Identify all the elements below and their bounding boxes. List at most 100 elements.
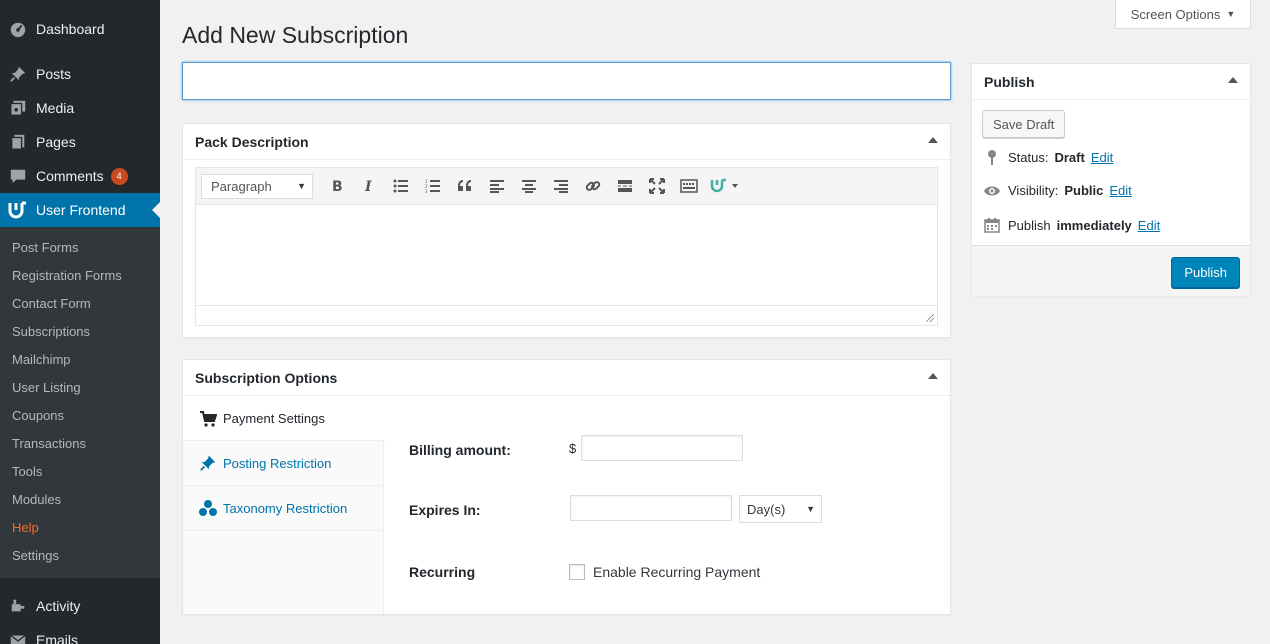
blockquote-icon[interactable] bbox=[449, 172, 481, 200]
submenu-subscriptions[interactable]: Subscriptions bbox=[0, 318, 160, 346]
submenu-help[interactable]: Help bbox=[0, 514, 160, 542]
align-center-icon[interactable] bbox=[513, 172, 545, 200]
toolbar-toggle-icon[interactable] bbox=[673, 172, 705, 200]
edit-publish-date-link[interactable]: Edit bbox=[1138, 218, 1160, 233]
menu-pages[interactable]: Pages bbox=[0, 125, 160, 159]
collapse-arrow-icon[interactable] bbox=[1228, 77, 1238, 83]
collapse-arrow-icon[interactable] bbox=[928, 373, 938, 379]
menu-label: User Frontend bbox=[36, 202, 126, 218]
caret-down-icon: ▼ bbox=[297, 181, 306, 191]
tab-label: Payment Settings bbox=[223, 411, 325, 426]
tab-posting-restriction[interactable]: Posting Restriction bbox=[183, 441, 383, 486]
wpuf-logo-icon bbox=[0, 201, 36, 219]
fullscreen-icon[interactable] bbox=[641, 172, 673, 200]
comment-icon bbox=[0, 167, 36, 185]
screen-options-button[interactable]: Screen Options ▼ bbox=[1115, 0, 1251, 29]
calendar-icon bbox=[982, 217, 1002, 233]
recurring-payment-option[interactable]: Enable Recurring Payment bbox=[569, 564, 760, 580]
recurring-payment-checkbox[interactable] bbox=[569, 564, 585, 580]
menu-label: Pages bbox=[36, 134, 76, 150]
align-right-icon[interactable] bbox=[545, 172, 577, 200]
collapse-arrow-icon[interactable] bbox=[928, 137, 938, 143]
publish-box: Publish Save Draft Status: Draft Edit Vi… bbox=[971, 63, 1251, 296]
options-tab-list: Payment Settings Posting Restriction Tax… bbox=[183, 397, 385, 614]
bold-icon[interactable]: B bbox=[321, 172, 353, 200]
status-value: Draft bbox=[1054, 149, 1085, 165]
user-frontend-submenu: Post Forms Registration Forms Contact Fo… bbox=[0, 227, 160, 578]
pack-description-header[interactable]: Pack Description bbox=[183, 124, 950, 160]
publish-date-label: Publish bbox=[1008, 217, 1051, 233]
billing-amount-label: Billing amount: bbox=[409, 442, 511, 458]
svg-text:B: B bbox=[332, 179, 343, 193]
expires-unit-value: Day(s) bbox=[747, 501, 786, 517]
numbered-list-icon[interactable]: 123 bbox=[417, 172, 449, 200]
pack-description-box: Pack Description Paragraph ▼ B I 123 bbox=[182, 123, 951, 338]
visibility-value: Public bbox=[1064, 183, 1104, 198]
menu-emails[interactable]: Emails bbox=[0, 623, 160, 644]
pin-location-icon bbox=[982, 149, 1002, 165]
comment-count-badge: 4 bbox=[110, 167, 128, 185]
eye-icon bbox=[982, 185, 1002, 197]
bullet-list-icon[interactable] bbox=[385, 172, 417, 200]
status-label: Status: bbox=[1008, 149, 1049, 165]
box-title: Publish bbox=[984, 73, 1035, 90]
tab-taxonomy-restriction[interactable]: Taxonomy Restriction bbox=[183, 486, 383, 531]
expires-in-label: Expires In: bbox=[409, 502, 481, 518]
submenu-post-forms[interactable]: Post Forms bbox=[0, 234, 160, 262]
wpuf-shortcode-icon[interactable] bbox=[705, 172, 745, 200]
submenu-transactions[interactable]: Transactions bbox=[0, 430, 160, 458]
menu-label: Dashboard bbox=[36, 21, 105, 37]
menu-posts[interactable]: Posts bbox=[0, 57, 160, 91]
italic-icon[interactable]: I bbox=[353, 172, 385, 200]
groups-icon bbox=[199, 499, 217, 517]
editor-content-area[interactable] bbox=[196, 205, 937, 305]
visibility-label: Visibility: bbox=[1008, 183, 1059, 198]
edit-visibility-link[interactable]: Edit bbox=[1109, 183, 1131, 198]
publish-button[interactable]: Publish bbox=[1171, 257, 1240, 288]
menu-label: Media bbox=[36, 100, 75, 116]
media-icon bbox=[0, 99, 36, 117]
pages-icon bbox=[0, 133, 36, 151]
link-icon[interactable] bbox=[577, 172, 609, 200]
expires-in-input[interactable] bbox=[570, 495, 732, 521]
pin-icon bbox=[0, 65, 36, 83]
save-draft-button[interactable]: Save Draft bbox=[982, 110, 1066, 138]
menu-user-frontend[interactable]: User Frontend bbox=[0, 193, 160, 227]
admin-sidebar: Dashboard Posts Media Pages Comments 4 U… bbox=[0, 0, 160, 644]
submenu-tools[interactable]: Tools bbox=[0, 458, 160, 486]
editor-statusbar bbox=[196, 305, 937, 325]
align-left-icon[interactable] bbox=[481, 172, 513, 200]
activity-icon bbox=[0, 597, 36, 615]
submenu-modules[interactable]: Modules bbox=[0, 486, 160, 514]
tab-label: Taxonomy Restriction bbox=[223, 500, 348, 516]
publish-date-row: Publish immediately Edit bbox=[982, 217, 1160, 233]
cart-icon bbox=[199, 410, 217, 427]
publish-header[interactable]: Publish bbox=[972, 64, 1250, 100]
billing-amount-input[interactable] bbox=[581, 435, 743, 461]
menu-label: Emails bbox=[36, 632, 79, 644]
menu-activity[interactable]: Activity bbox=[0, 589, 160, 623]
menu-label: Posts bbox=[36, 66, 72, 82]
publish-date-value: immediately bbox=[1056, 217, 1132, 233]
subscription-options-box: Subscription Options Payment Settings Po… bbox=[182, 359, 951, 615]
submenu-contact-form[interactable]: Contact Form bbox=[0, 290, 160, 318]
menu-media[interactable]: Media bbox=[0, 91, 160, 125]
edit-status-link[interactable]: Edit bbox=[1091, 150, 1113, 165]
menu-comments[interactable]: Comments 4 bbox=[0, 159, 160, 193]
submenu-coupons[interactable]: Coupons bbox=[0, 402, 160, 430]
menu-label: Activity bbox=[36, 598, 81, 614]
resize-handle-icon[interactable] bbox=[926, 314, 934, 322]
submenu-mailchimp[interactable]: Mailchimp bbox=[0, 346, 160, 374]
read-more-icon[interactable] bbox=[609, 172, 641, 200]
box-title: Pack Description bbox=[195, 133, 309, 150]
menu-dashboard[interactable]: Dashboard bbox=[0, 12, 160, 46]
subscription-title-input[interactable] bbox=[182, 62, 951, 100]
svg-text:I: I bbox=[364, 179, 372, 193]
subscription-options-header[interactable]: Subscription Options bbox=[183, 360, 950, 396]
format-select[interactable]: Paragraph ▼ bbox=[201, 173, 313, 199]
submenu-settings[interactable]: Settings bbox=[0, 542, 160, 570]
expires-unit-select[interactable]: Day(s) ▼ bbox=[739, 495, 822, 523]
tab-payment-settings[interactable]: Payment Settings bbox=[183, 397, 385, 441]
submenu-user-listing[interactable]: User Listing bbox=[0, 374, 160, 402]
submenu-registration-forms[interactable]: Registration Forms bbox=[0, 262, 160, 290]
